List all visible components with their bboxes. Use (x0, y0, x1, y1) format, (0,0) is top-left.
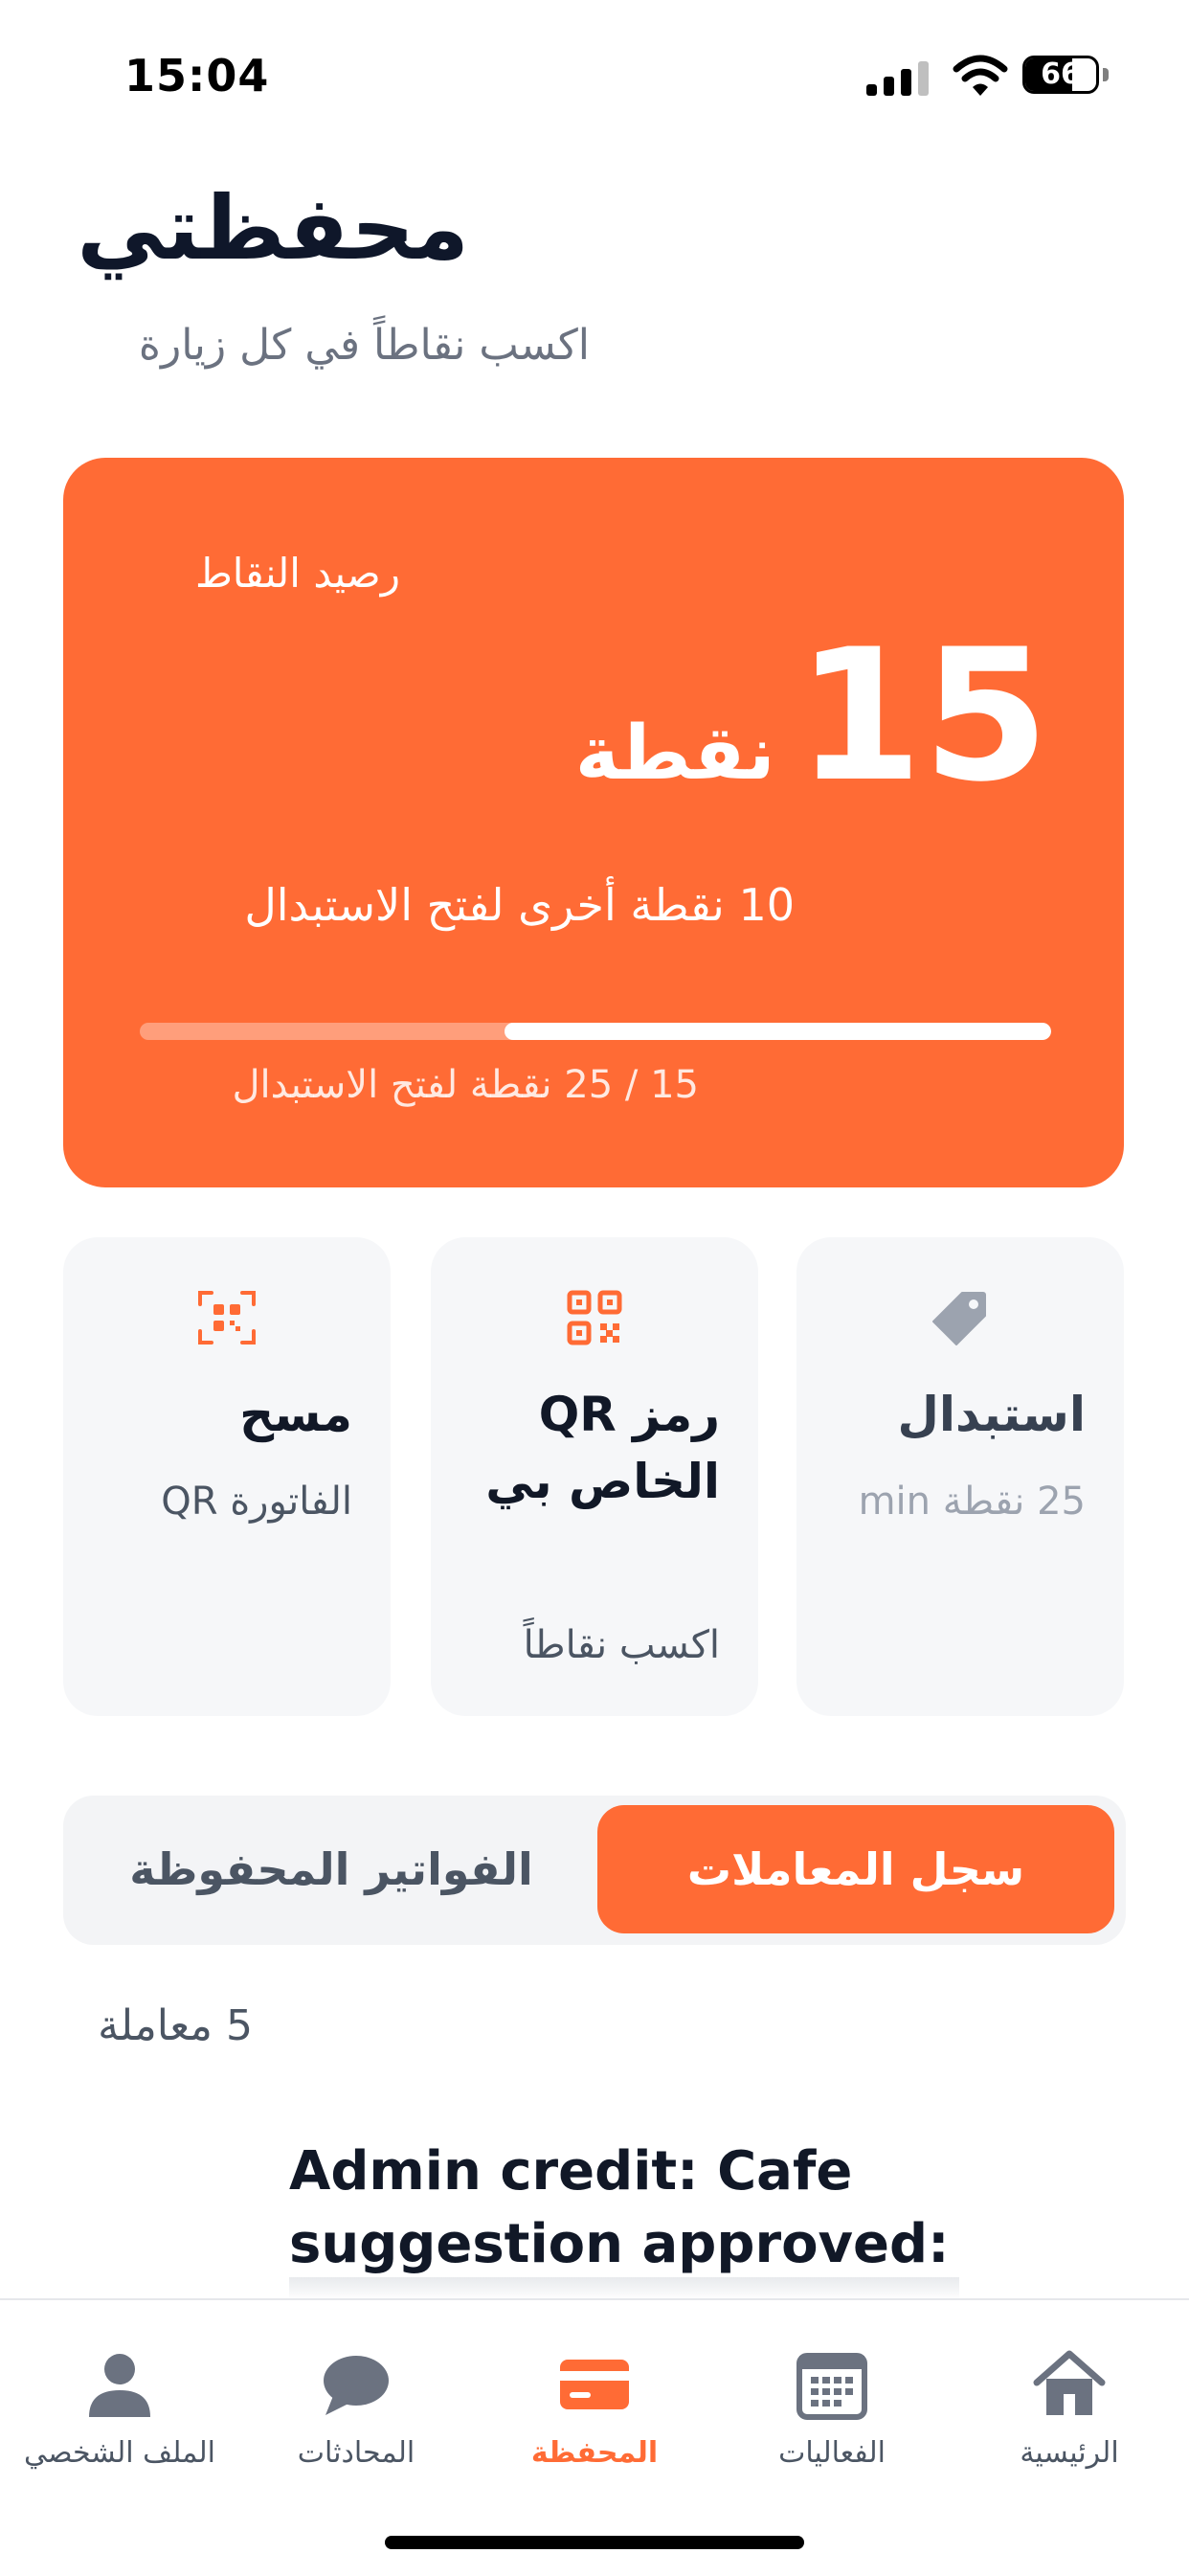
nav-home-label: الرئيسية (1020, 2436, 1119, 2470)
wallet-card-icon (560, 2360, 629, 2409)
points-balance-label: رصيد النقاط (194, 550, 400, 597)
wifi-icon (953, 55, 1008, 96)
transaction-count: 5 معاملة (98, 2001, 253, 2050)
nav-events[interactable]: الفعاليات (727, 2346, 937, 2480)
redeem-progress-fill (504, 1023, 1051, 1040)
nav-profile-label: الملف الشخصي (24, 2436, 215, 2470)
nav-profile[interactable]: الملف الشخصي (14, 2346, 225, 2480)
bottom-navigation: الملف الشخصي المحادثات المحفظة الفعاليات (0, 2298, 1189, 2576)
home-indicator (385, 2536, 804, 2549)
chat-bubble-icon (324, 2356, 389, 2415)
tag-icon (932, 1292, 986, 1345)
scan-invoice-button[interactable]: مسح الفاتورة QR (63, 1237, 391, 1716)
nav-chats-label: المحادثات (297, 2436, 415, 2470)
status-time: 15:04 (124, 50, 270, 102)
points-unit: نقطة (574, 711, 775, 797)
points-balance-card: رصيد النقاط 15نقطة 10 نقطة أخرى لفتح الا… (63, 458, 1124, 1187)
scan-qr-icon (198, 1291, 256, 1344)
person-icon (89, 2354, 150, 2417)
points-balance-value: 15نقطة (575, 625, 1049, 807)
points-number: 15 (796, 610, 1049, 822)
cellular-signal-icon (866, 59, 931, 96)
redeem-button[interactable]: استبدال 25 نقطة min (796, 1237, 1124, 1716)
home-icon (1033, 2350, 1106, 2415)
my-qr-title: رمز QR الخاص بي (485, 1387, 720, 1509)
wallet-tabs: سجل المعاملات الفواتير المحفوظة (63, 1796, 1126, 1945)
scan-title: مسح (239, 1387, 352, 1442)
redeem-progress-caption: 15 / 25 نقطة لفتح الاستبدال (232, 1063, 699, 1107)
nav-chats[interactable]: المحادثات (251, 2346, 461, 2480)
qr-code-icon (567, 1290, 622, 1345)
tab-saved-invoices[interactable]: الفواتير المحفوظة (73, 1805, 590, 1933)
page-subtitle: اكسب نقاطاً في كل زيارة (138, 321, 590, 370)
points-remaining-text: 10 نقطة أخرى لفتح الاستبدال (244, 879, 795, 931)
battery-level: 66 (1041, 57, 1081, 91)
my-qr-code-button[interactable]: رمز QR الخاص بي اكسب نقاطاً (431, 1237, 758, 1716)
transaction-item-fade (289, 2277, 959, 2300)
nav-home[interactable]: الرئيسية (964, 2346, 1175, 2480)
nav-wallet-label: المحفظة (530, 2436, 659, 2470)
my-qr-subtitle: اكسب نقاطاً (523, 1623, 720, 1667)
redeem-title: استبدال (897, 1387, 1086, 1442)
nav-wallet[interactable]: المحفظة (489, 2346, 700, 2480)
calendar-icon (796, 2353, 867, 2420)
transaction-item-title[interactable]: Admin credit: Cafe suggestion approved: (289, 2135, 1017, 2280)
page-title: محفظتي (77, 177, 469, 280)
redeem-subtitle: 25 نقطة min (858, 1480, 1086, 1524)
tab-transactions[interactable]: سجل المعاملات (597, 1805, 1114, 1933)
redeem-progress-bar (140, 1023, 1051, 1040)
nav-events-label: الفعاليات (778, 2436, 886, 2470)
battery-icon: 66 (1022, 56, 1110, 96)
scan-subtitle: الفاتورة QR (161, 1480, 352, 1524)
